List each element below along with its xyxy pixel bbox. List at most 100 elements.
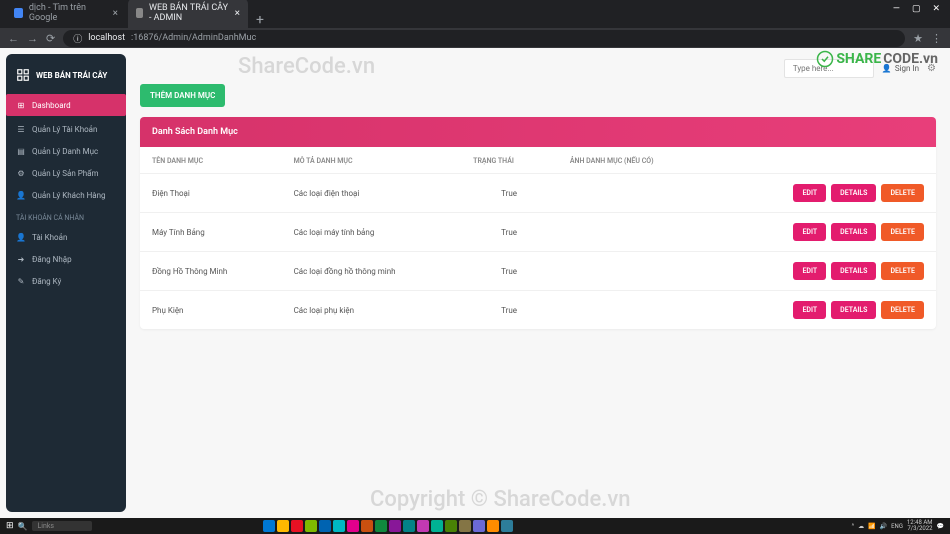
nav-icon: ⊞ <box>16 100 26 110</box>
tray-wifi-icon[interactable]: 📶 <box>868 523 875 530</box>
table-header-actions <box>711 147 936 174</box>
close-icon[interactable]: ✕ <box>932 4 940 14</box>
sidebar-item[interactable]: ⊞ Dashboard <box>6 94 126 116</box>
cell-status: True <box>461 174 558 213</box>
tab-close-icon[interactable]: × <box>235 8 240 19</box>
taskbar-date: 7/3/2022 <box>907 526 933 532</box>
edit-button[interactable]: EDIT <box>793 223 826 241</box>
cell-desc: Các loại đồng hồ thông minh <box>282 252 462 291</box>
search-icon[interactable]: 🔍 <box>18 522 28 531</box>
cell-image <box>558 291 712 330</box>
forward-icon[interactable]: → <box>27 32 38 45</box>
tray-notification-icon[interactable]: 💬 <box>937 523 944 530</box>
taskbar-app-icon[interactable] <box>375 520 387 532</box>
details-button[interactable]: DETAILS <box>831 223 876 241</box>
tab-close-icon[interactable]: × <box>113 8 118 19</box>
nav-icon: ▤ <box>16 146 26 156</box>
delete-button[interactable]: DELETE <box>881 301 924 319</box>
add-category-button[interactable]: THÊM DANH MỤC <box>140 84 225 107</box>
sidebar-item[interactable]: ☰ Quản Lý Tài Khoản <box>6 118 126 140</box>
browser-chrome: dịch - Tìm trên Google × WEB BÁN TRÁI CÂ… <box>0 0 950 48</box>
sharecode-logo-icon <box>816 50 834 68</box>
table-header: TÊN DANH MỤC <box>140 147 282 174</box>
edit-button[interactable]: EDIT <box>793 184 826 202</box>
taskbar-app-icon[interactable] <box>487 520 499 532</box>
delete-button[interactable]: DELETE <box>881 223 924 241</box>
edit-button[interactable]: EDIT <box>793 262 826 280</box>
sidebar-item[interactable]: 👤 Quản Lý Khách Hàng <box>6 184 126 206</box>
taskbar-app-icon[interactable] <box>333 520 345 532</box>
taskbar-app-icon[interactable] <box>403 520 415 532</box>
taskbar-search[interactable]: Links <box>32 521 92 531</box>
nav-icon: ☰ <box>16 124 26 134</box>
cell-status: True <box>461 252 558 291</box>
taskbar-app-icon[interactable] <box>389 520 401 532</box>
reload-icon[interactable]: ⟳ <box>46 32 55 45</box>
taskbar-app-icon[interactable] <box>445 520 457 532</box>
minimize-icon[interactable]: — <box>893 4 900 14</box>
cell-image <box>558 252 712 291</box>
extensions-icon[interactable]: ★ <box>913 32 923 45</box>
tab-title: dịch - Tìm trên Google <box>29 3 107 23</box>
url-input[interactable]: ⓘ localhost:16876/Admin/AdminDanhMuc <box>63 30 905 47</box>
tray-lang[interactable]: ENG <box>891 523 903 530</box>
details-button[interactable]: DETAILS <box>831 184 876 202</box>
cell-image <box>558 174 712 213</box>
taskbar-apps <box>263 520 513 532</box>
maximize-icon[interactable]: ▢ <box>912 4 921 14</box>
taskbar-app-icon[interactable] <box>417 520 429 532</box>
main-area: 👤 Sign In ⚙ THÊM DANH MỤC Danh Sách Danh… <box>126 48 950 518</box>
back-icon[interactable]: ← <box>8 32 19 45</box>
taskbar-app-icon[interactable] <box>473 520 485 532</box>
nav-label: Quản Lý Tài Khoản <box>32 125 97 134</box>
taskbar-app-icon[interactable] <box>501 520 513 532</box>
cell-desc: Các loại máy tính bảng <box>282 213 462 252</box>
tray-cloud-icon[interactable]: ☁ <box>858 523 864 530</box>
taskbar-app-icon[interactable] <box>319 520 331 532</box>
cell-name: Phụ Kiện <box>140 291 282 330</box>
taskbar-app-icon[interactable] <box>277 520 289 532</box>
watermark-brand2: CODE.vn <box>883 51 938 67</box>
taskbar-app-icon[interactable] <box>347 520 359 532</box>
tab-favicon-icon <box>14 8 23 18</box>
tab-title: WEB BÁN TRÁI CÂY - ADMIN <box>149 3 229 23</box>
tray-volume-icon[interactable]: 🔊 <box>880 523 887 530</box>
info-icon: ⓘ <box>73 32 82 45</box>
nav-icon: 👤 <box>16 190 26 200</box>
taskbar-app-icon[interactable] <box>459 520 471 532</box>
delete-button[interactable]: DELETE <box>881 184 924 202</box>
sidebar-item[interactable]: ➜Đăng Nhập <box>6 248 126 270</box>
url-host: localhost <box>88 33 125 43</box>
delete-button[interactable]: DELETE <box>881 262 924 280</box>
browser-tab-active[interactable]: WEB BÁN TRÁI CÂY - ADMIN × <box>128 0 248 28</box>
details-button[interactable]: DETAILS <box>831 301 876 319</box>
browser-tab[interactable]: dịch - Tìm trên Google × <box>6 0 126 28</box>
details-button[interactable]: DETAILS <box>831 262 876 280</box>
taskbar-app-icon[interactable] <box>263 520 275 532</box>
tab-favicon-icon <box>136 8 143 18</box>
sidebar-item[interactable]: ✎Đăng Ký <box>6 270 126 292</box>
nav-icon: ➜ <box>16 254 26 264</box>
taskbar-app-icon[interactable] <box>291 520 303 532</box>
new-tab-button[interactable]: + <box>250 12 270 28</box>
edit-button[interactable]: EDIT <box>793 301 826 319</box>
start-icon[interactable]: ⊞ <box>6 521 14 531</box>
cell-actions: EDIT DETAILS DELETE <box>711 213 936 252</box>
nav-label: Dashboard <box>32 101 71 110</box>
cell-actions: EDIT DETAILS DELETE <box>711 174 936 213</box>
table-row: Máy Tính Bảng Các loại máy tính bảng Tru… <box>140 213 936 252</box>
cell-name: Điện Thoại <box>140 174 282 213</box>
sidebar-item[interactable]: ⚙Quản Lý Sản Phẩm <box>6 162 126 184</box>
table-row: Điện Thoại Các loại điện thoại True EDIT… <box>140 174 936 213</box>
taskbar-app-icon[interactable] <box>361 520 373 532</box>
sidebar-item[interactable]: ▤Quản Lý Danh Mục <box>6 140 126 162</box>
cell-name: Máy Tính Bảng <box>140 213 282 252</box>
menu-icon[interactable]: ⋮ <box>931 32 942 45</box>
nav-label: Quản Lý Khách Hàng <box>32 191 106 200</box>
taskbar-app-icon[interactable] <box>431 520 443 532</box>
cell-status: True <box>461 291 558 330</box>
taskbar-app-icon[interactable] <box>305 520 317 532</box>
nav-icon: ⚙ <box>16 168 26 178</box>
sidebar-item[interactable]: 👤Tài Khoản <box>6 226 126 248</box>
tray-chevron-icon[interactable]: ^ <box>852 523 855 530</box>
